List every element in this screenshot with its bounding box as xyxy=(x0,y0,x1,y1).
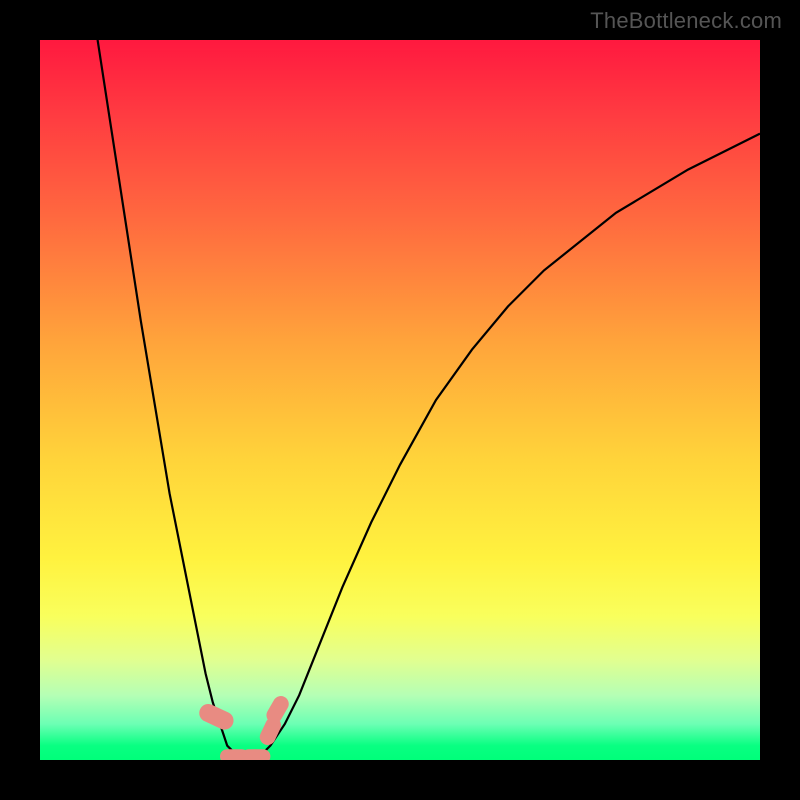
marker-2 xyxy=(242,749,271,760)
marker-0 xyxy=(196,701,236,733)
plot-area xyxy=(40,40,760,760)
watermark-text: TheBottleneck.com xyxy=(590,8,782,34)
chart-container: TheBottleneck.com xyxy=(0,0,800,800)
markers-group xyxy=(196,693,291,760)
left-curve xyxy=(98,40,242,760)
right-curve xyxy=(256,134,760,760)
curves-svg xyxy=(40,40,760,760)
